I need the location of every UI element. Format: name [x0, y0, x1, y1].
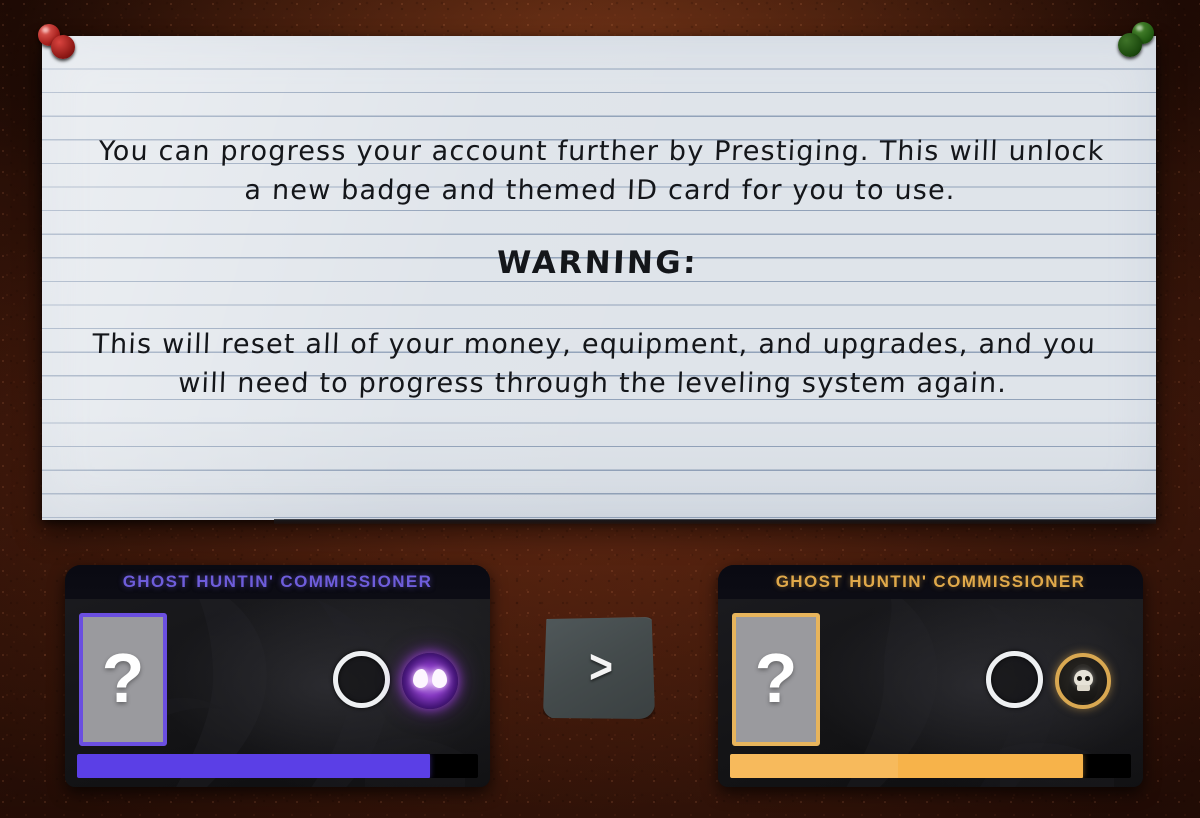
- note-paragraph-warning-body: This will reset all of your money, equip…: [91, 329, 1097, 399]
- brain-lobe-left: [413, 669, 428, 688]
- next-prestige-card-body: ?: [718, 599, 1143, 787]
- current-id-card-preview: ?: [79, 613, 167, 746]
- next-prestige-button[interactable]: >: [543, 617, 655, 719]
- current-prestige-card[interactable]: GHOST HUNTIN' COMMISSIONER ?: [65, 565, 490, 787]
- pushpin-glint: [1136, 25, 1143, 31]
- pushpin-red-icon: [38, 24, 76, 59]
- pushpin-head-lower: [1118, 33, 1142, 57]
- brain-lobe-right: [432, 669, 447, 688]
- note-text-block: You can progress your account further by…: [35, 36, 1163, 403]
- next-prestige-title: GHOST HUNTIN' COMMISSIONER: [718, 565, 1143, 599]
- next-prestige-card[interactable]: GHOST HUNTIN' COMMISSIONER ?: [718, 565, 1143, 787]
- reaper-eye-right: [1084, 676, 1090, 681]
- note-warning-heading: WARNING:: [496, 245, 699, 281]
- chevron-right-icon: >: [589, 641, 613, 694]
- pushpin-head-lower: [51, 35, 75, 59]
- next-prestige-progress-bar: [730, 754, 1131, 778]
- current-prestige-title: GHOST HUNTIN' COMMISSIONER: [65, 565, 490, 599]
- lined-paper-note: You can progress your account further by…: [42, 36, 1156, 524]
- purple-brain-badge-icon: [402, 653, 458, 709]
- pushpin-green-icon: [1118, 22, 1156, 57]
- note-paragraph-intro: You can progress your account further by…: [98, 136, 1106, 206]
- empty-ring-icon: [986, 651, 1043, 708]
- id-card-unknown-icon: ?: [101, 638, 145, 717]
- progress-fill: [77, 754, 430, 778]
- progress-fill: [730, 754, 1083, 778]
- next-id-card-preview: ?: [732, 613, 820, 746]
- paper-bottom-edge-shadow: [274, 519, 1156, 524]
- pushpin-glint: [42, 27, 49, 33]
- current-prestige-card-body: ?: [65, 599, 490, 787]
- id-card-unknown-icon: ?: [754, 638, 798, 717]
- reaper-eye-left: [1076, 676, 1082, 681]
- current-prestige-progress-bar: [77, 754, 478, 778]
- reaper-skull-badge-icon: [1055, 653, 1111, 709]
- reaper-jaw: [1076, 685, 1090, 691]
- prestige-screen: You can progress your account further by…: [0, 0, 1200, 818]
- empty-ring-icon: [333, 651, 390, 708]
- progress-leading-segment: [730, 754, 899, 778]
